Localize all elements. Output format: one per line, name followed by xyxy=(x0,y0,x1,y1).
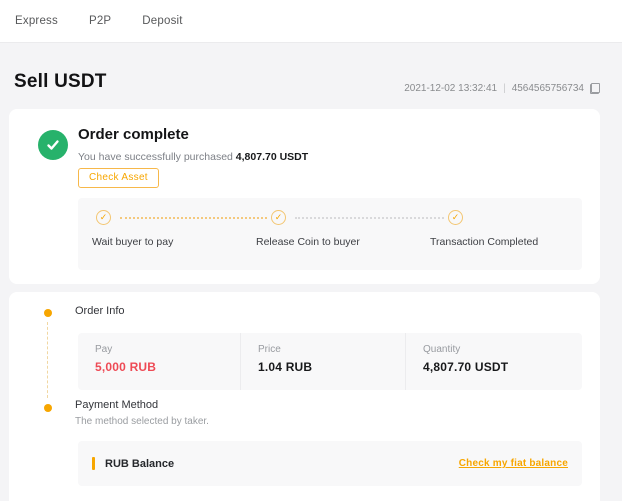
p2p-order-screen: Express P2P Deposit Sell USDT 2021-12-02… xyxy=(0,0,622,501)
step-label-wait-buyer: Wait buyer to pay xyxy=(92,236,173,248)
tab-deposit[interactable]: Deposit xyxy=(142,15,182,27)
order-id: 4564565756734 xyxy=(512,83,584,94)
order-status-card: Order complete You have successfully pur… xyxy=(9,109,600,284)
payment-method-marker-icon xyxy=(92,457,95,470)
tab-p2p[interactable]: P2P xyxy=(89,15,111,27)
order-info-box: Pay 5,000 RUB Price 1.04 RUB Quantity 4,… xyxy=(78,333,582,390)
order-details-card: Order Info Pay 5,000 RUB Price 1.04 RUB … xyxy=(9,292,600,501)
status-subtitle-text: You have successfully purchased xyxy=(78,151,236,163)
quantity-field: Quantity 4,807.70 USDT xyxy=(405,333,582,390)
step-connector xyxy=(295,217,444,219)
timeline-bullet-icon xyxy=(44,404,52,412)
payment-method-name: RUB Balance xyxy=(105,458,174,470)
step-check-icon: ✓ xyxy=(96,210,111,225)
check-fiat-balance-link[interactable]: Check my fiat balance xyxy=(459,458,568,469)
order-info-section-label: Order Info xyxy=(75,305,125,317)
step-check-icon: ✓ xyxy=(271,210,286,225)
pay-value: 5,000 RUB xyxy=(95,360,240,374)
quantity-value: 4,807.70 USDT xyxy=(423,360,582,374)
top-nav: Express P2P Deposit xyxy=(0,0,622,43)
price-label: Price xyxy=(258,344,405,355)
timeline-bullet-icon xyxy=(44,309,52,317)
price-value: 1.04 RUB xyxy=(258,360,405,374)
payment-method-box: RUB Balance Check my fiat balance xyxy=(78,441,582,486)
step-connector xyxy=(120,217,267,219)
timeline-dotted-line xyxy=(47,322,48,398)
quantity-label: Quantity xyxy=(423,344,582,355)
meta-divider: | xyxy=(503,83,506,94)
progress-steps: ✓ ✓ ✓ Wait buyer to pay Release Coin to … xyxy=(78,198,582,270)
order-timestamp: 2021-12-02 13:32:41 xyxy=(404,83,497,94)
pay-label: Pay xyxy=(95,344,240,355)
check-asset-button[interactable]: Check Asset xyxy=(78,168,159,188)
payment-method-section-label: Payment Method xyxy=(75,399,158,411)
payment-method-description: The method selected by taker. xyxy=(75,416,209,427)
tab-express[interactable]: Express xyxy=(15,15,58,27)
status-title: Order complete xyxy=(78,126,189,143)
page-title: Sell USDT xyxy=(14,71,107,93)
order-meta: 2021-12-02 13:32:41 | 4564565756734 xyxy=(404,83,600,94)
pay-field: Pay 5,000 RUB xyxy=(78,333,240,390)
step-label-release-coin: Release Coin to buyer xyxy=(256,236,360,248)
step-label-transaction-completed: Transaction Completed xyxy=(430,236,538,248)
status-subtitle: You have successfully purchased 4,807.70… xyxy=(78,151,308,163)
check-circle-icon xyxy=(38,130,68,160)
price-field: Price 1.04 RUB xyxy=(240,333,405,390)
copy-icon[interactable] xyxy=(590,83,600,94)
step-check-icon: ✓ xyxy=(448,210,463,225)
status-amount: 4,807.70 USDT xyxy=(236,151,308,163)
